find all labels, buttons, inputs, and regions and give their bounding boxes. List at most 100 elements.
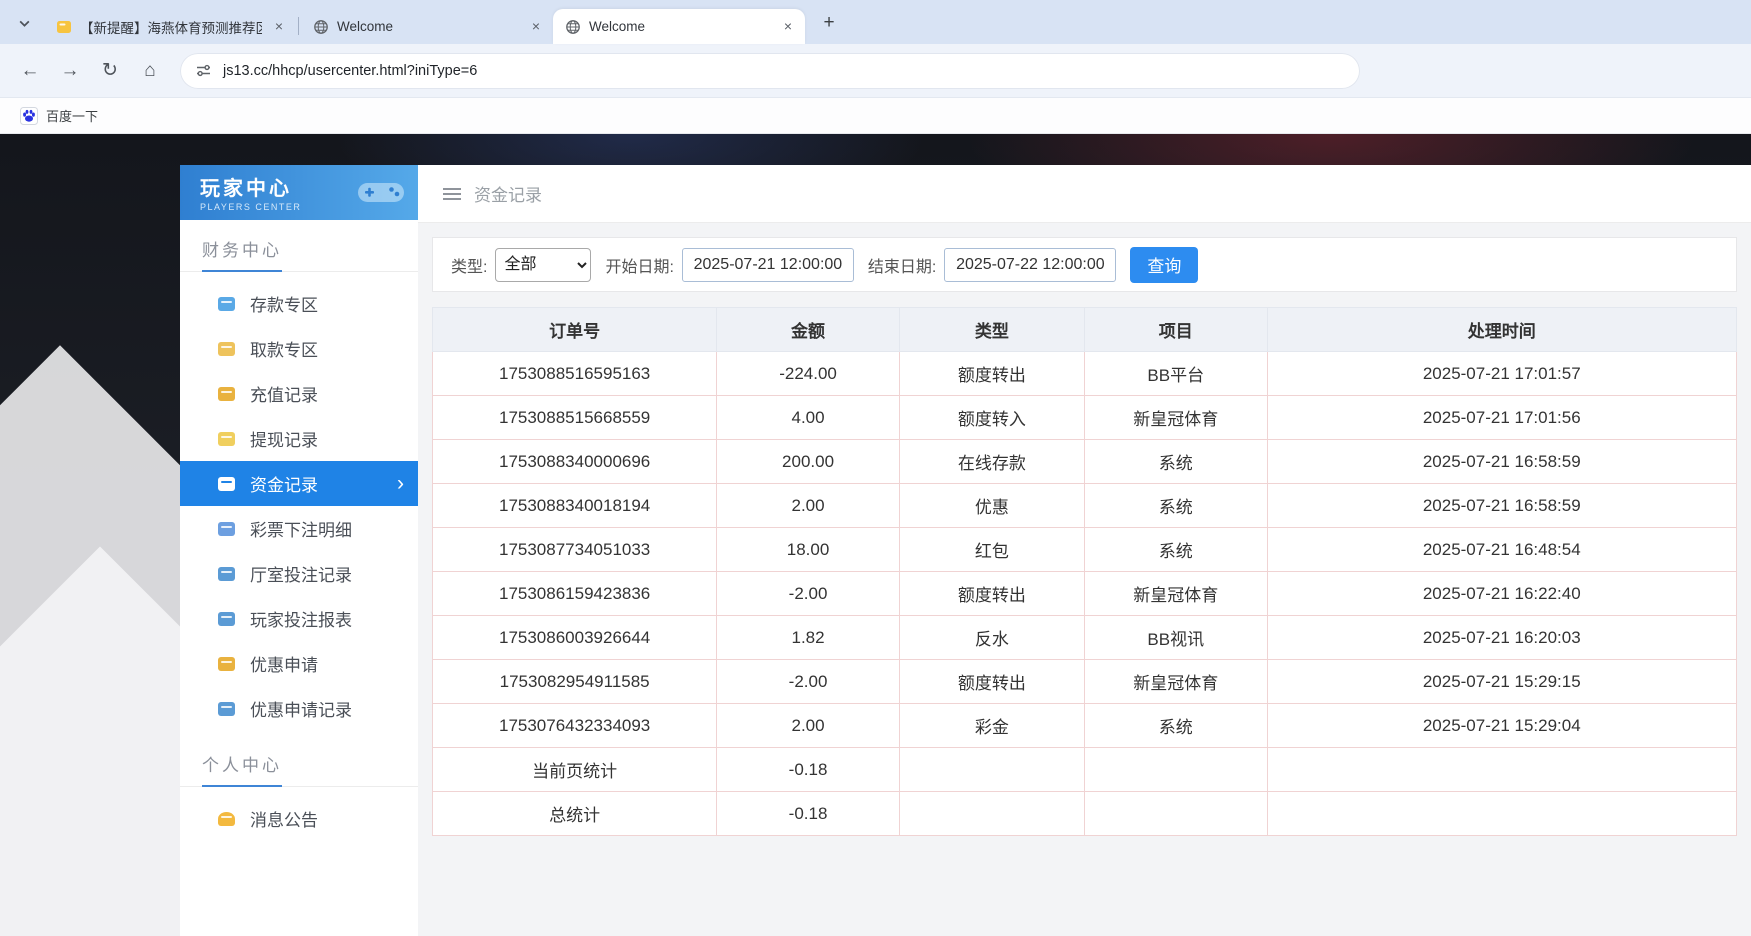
bookmark-label: 百度一下 (46, 106, 98, 125)
url-text: js13.cc/hhcp/usercenter.html?iniType=6 (223, 63, 477, 79)
page-background: 玩家中心 PLAYERS CENTER 财务中心存款专区取款专区充值记录提现记录… (0, 134, 1751, 936)
player-center-app: 玩家中心 PLAYERS CENTER 财务中心存款专区取款专区充值记录提现记录… (180, 165, 1751, 936)
table-cell: 红包 (899, 528, 1084, 572)
table-cell: 2025-07-21 15:29:04 (1267, 704, 1736, 748)
sidebar-item-lottery[interactable]: 彩票下注明细 (180, 506, 418, 551)
end-date-input[interactable] (944, 248, 1116, 282)
bell-icon (218, 812, 235, 826)
table-cell: 2.00 (717, 704, 900, 748)
sidebar-item-label: 充值记录 (250, 381, 318, 406)
sidebar-item-bell[interactable]: 消息公告 (180, 796, 418, 841)
type-select[interactable]: 全部 (495, 248, 591, 282)
sidebar-header: 玩家中心 PLAYERS CENTER (180, 165, 418, 220)
back-button[interactable]: ← (12, 53, 48, 89)
menu-toggle-icon[interactable] (443, 188, 461, 200)
tab-close-icon[interactable]: × (270, 18, 288, 36)
table-cell: 彩金 (899, 704, 1084, 748)
table-cell: 新皇冠体育 (1084, 572, 1267, 616)
browser-tab-3-active[interactable]: Welcome × (553, 9, 805, 44)
records-table: 订单号金额类型项目处理时间 1753088516595163-224.00额度转… (432, 307, 1737, 836)
table-cell: 系统 (1084, 704, 1267, 748)
table-cell: 2025-07-21 16:58:59 (1267, 440, 1736, 484)
browser-tab-1[interactable]: 【新提醒】海燕体育预测推荐区 × (44, 9, 296, 44)
sidebar-item-withdraw[interactable]: 取款专区 (180, 326, 418, 371)
bookmarks-bar: 百度一下 (0, 98, 1751, 134)
sidebar-item-recharge[interactable]: 充值记录 (180, 371, 418, 416)
forward-button[interactable]: → (52, 53, 88, 89)
sidebar-item-label: 资金记录 (250, 471, 318, 496)
table-cell: 额度转出 (899, 572, 1084, 616)
sidebar-item-label: 消息公告 (250, 806, 318, 831)
promo-records-icon (218, 702, 235, 716)
table-cell: 2025-07-21 16:58:59 (1267, 484, 1736, 528)
tab-close-icon[interactable]: × (527, 18, 545, 36)
yellow-app-icon (56, 19, 72, 35)
table-cell (1084, 748, 1267, 792)
column-header: 类型 (899, 308, 1084, 352)
tab-close-icon[interactable]: × (779, 18, 797, 36)
main-content: 资金记录 类型: 全部 开始日期: 结束日期: 查询 (418, 165, 1751, 936)
search-button[interactable]: 查询 (1130, 247, 1198, 283)
summary-row: 当前页统计-0.18 (433, 748, 1737, 792)
sidebar-item-label: 优惠申请 (250, 651, 318, 676)
menu-list: 存款专区取款专区充值记录提现记录资金记录›彩票下注明细厅室投注记录玩家投注报表优… (180, 272, 418, 735)
content-body: 类型: 全部 开始日期: 结束日期: 查询 (418, 222, 1751, 936)
table-cell: 系统 (1084, 440, 1267, 484)
start-date-input[interactable] (682, 248, 854, 282)
table-cell: BB视讯 (1084, 616, 1267, 660)
sidebar-item-report[interactable]: 玩家投注报表 (180, 596, 418, 641)
table-cell: 在线存款 (899, 440, 1084, 484)
sidebar-item-label: 彩票下注明细 (250, 516, 352, 541)
table-cell: 2025-07-21 16:22:40 (1267, 572, 1736, 616)
sidebar-item-deposit[interactable]: 存款专区 (180, 281, 418, 326)
browser-toolbar: ← → ↻ ⌂ js13.cc/hhcp/usercenter.html?ini… (0, 44, 1751, 98)
site-info-icon[interactable] (196, 63, 211, 78)
table-cell: 额度转出 (899, 352, 1084, 396)
table-cell: 优惠 (899, 484, 1084, 528)
address-bar[interactable]: js13.cc/hhcp/usercenter.html?iniType=6 (180, 53, 1360, 89)
sidebar-item-funds[interactable]: 资金记录› (180, 461, 418, 506)
report-icon (218, 612, 235, 626)
table-row: 17530883400181942.00优惠系统2025-07-21 16:58… (433, 484, 1737, 528)
promo-icon (218, 657, 235, 671)
menu-section-heading: 财务中心 (180, 236, 418, 272)
column-header: 金额 (717, 308, 900, 352)
sidebar-item-label: 厅室投注记录 (250, 561, 352, 586)
table-cell: 1753088515668559 (433, 396, 717, 440)
type-label: 类型: (451, 253, 487, 277)
table-cell: 200.00 (717, 440, 900, 484)
sidebar-item-promo-records[interactable]: 优惠申请记录 (180, 686, 418, 731)
sidebar-item-cashout[interactable]: 提现记录 (180, 416, 418, 461)
table-cell: 18.00 (717, 528, 900, 572)
reload-button[interactable]: ↻ (92, 53, 128, 89)
hall-icon (218, 567, 235, 581)
table-cell: 额度转入 (899, 396, 1084, 440)
table-cell: 2.00 (717, 484, 900, 528)
gamepad-icon (356, 176, 406, 208)
table-cell: 1753076432334093 (433, 704, 717, 748)
table-cell: 1753087734051033 (433, 528, 717, 572)
table-cell: -2.00 (717, 660, 900, 704)
sidebar-item-hall[interactable]: 厅室投注记录 (180, 551, 418, 596)
table-row: 1753088516595163-224.00额度转出BB平台2025-07-2… (433, 352, 1737, 396)
table-cell: -0.18 (717, 748, 900, 792)
home-button[interactable]: ⌂ (132, 53, 168, 89)
table-cell: 1753086159423836 (433, 572, 717, 616)
browser-tab-2[interactable]: Welcome × (301, 9, 553, 44)
table-cell: 2025-07-21 16:48:54 (1267, 528, 1736, 572)
table-row: 1753086159423836-2.00额度转出新皇冠体育2025-07-21… (433, 572, 1737, 616)
tab-title: Welcome (337, 19, 519, 34)
table-row: 1753088340000696200.00在线存款系统2025-07-21 1… (433, 440, 1737, 484)
new-tab-button[interactable]: + (815, 9, 843, 37)
table-cell: 1753088340018194 (433, 484, 717, 528)
browser-chrome: 【新提醒】海燕体育预测推荐区 × Welcome × Welcome × + ←… (0, 0, 1751, 134)
table-row: 175308773405103318.00红包系统2025-07-21 16:4… (433, 528, 1737, 572)
sidebar-item-promo[interactable]: 优惠申请 (180, 641, 418, 686)
column-header: 项目 (1084, 308, 1267, 352)
sidebar: 玩家中心 PLAYERS CENTER 财务中心存款专区取款专区充值记录提现记录… (180, 165, 418, 936)
tab-search-button[interactable] (10, 9, 38, 37)
summary-row: 总统计-0.18 (433, 792, 1737, 836)
bookmark-baidu[interactable]: 百度一下 (12, 102, 106, 129)
deposit-icon (218, 297, 235, 311)
sidebar-item-label: 取款专区 (250, 336, 318, 361)
